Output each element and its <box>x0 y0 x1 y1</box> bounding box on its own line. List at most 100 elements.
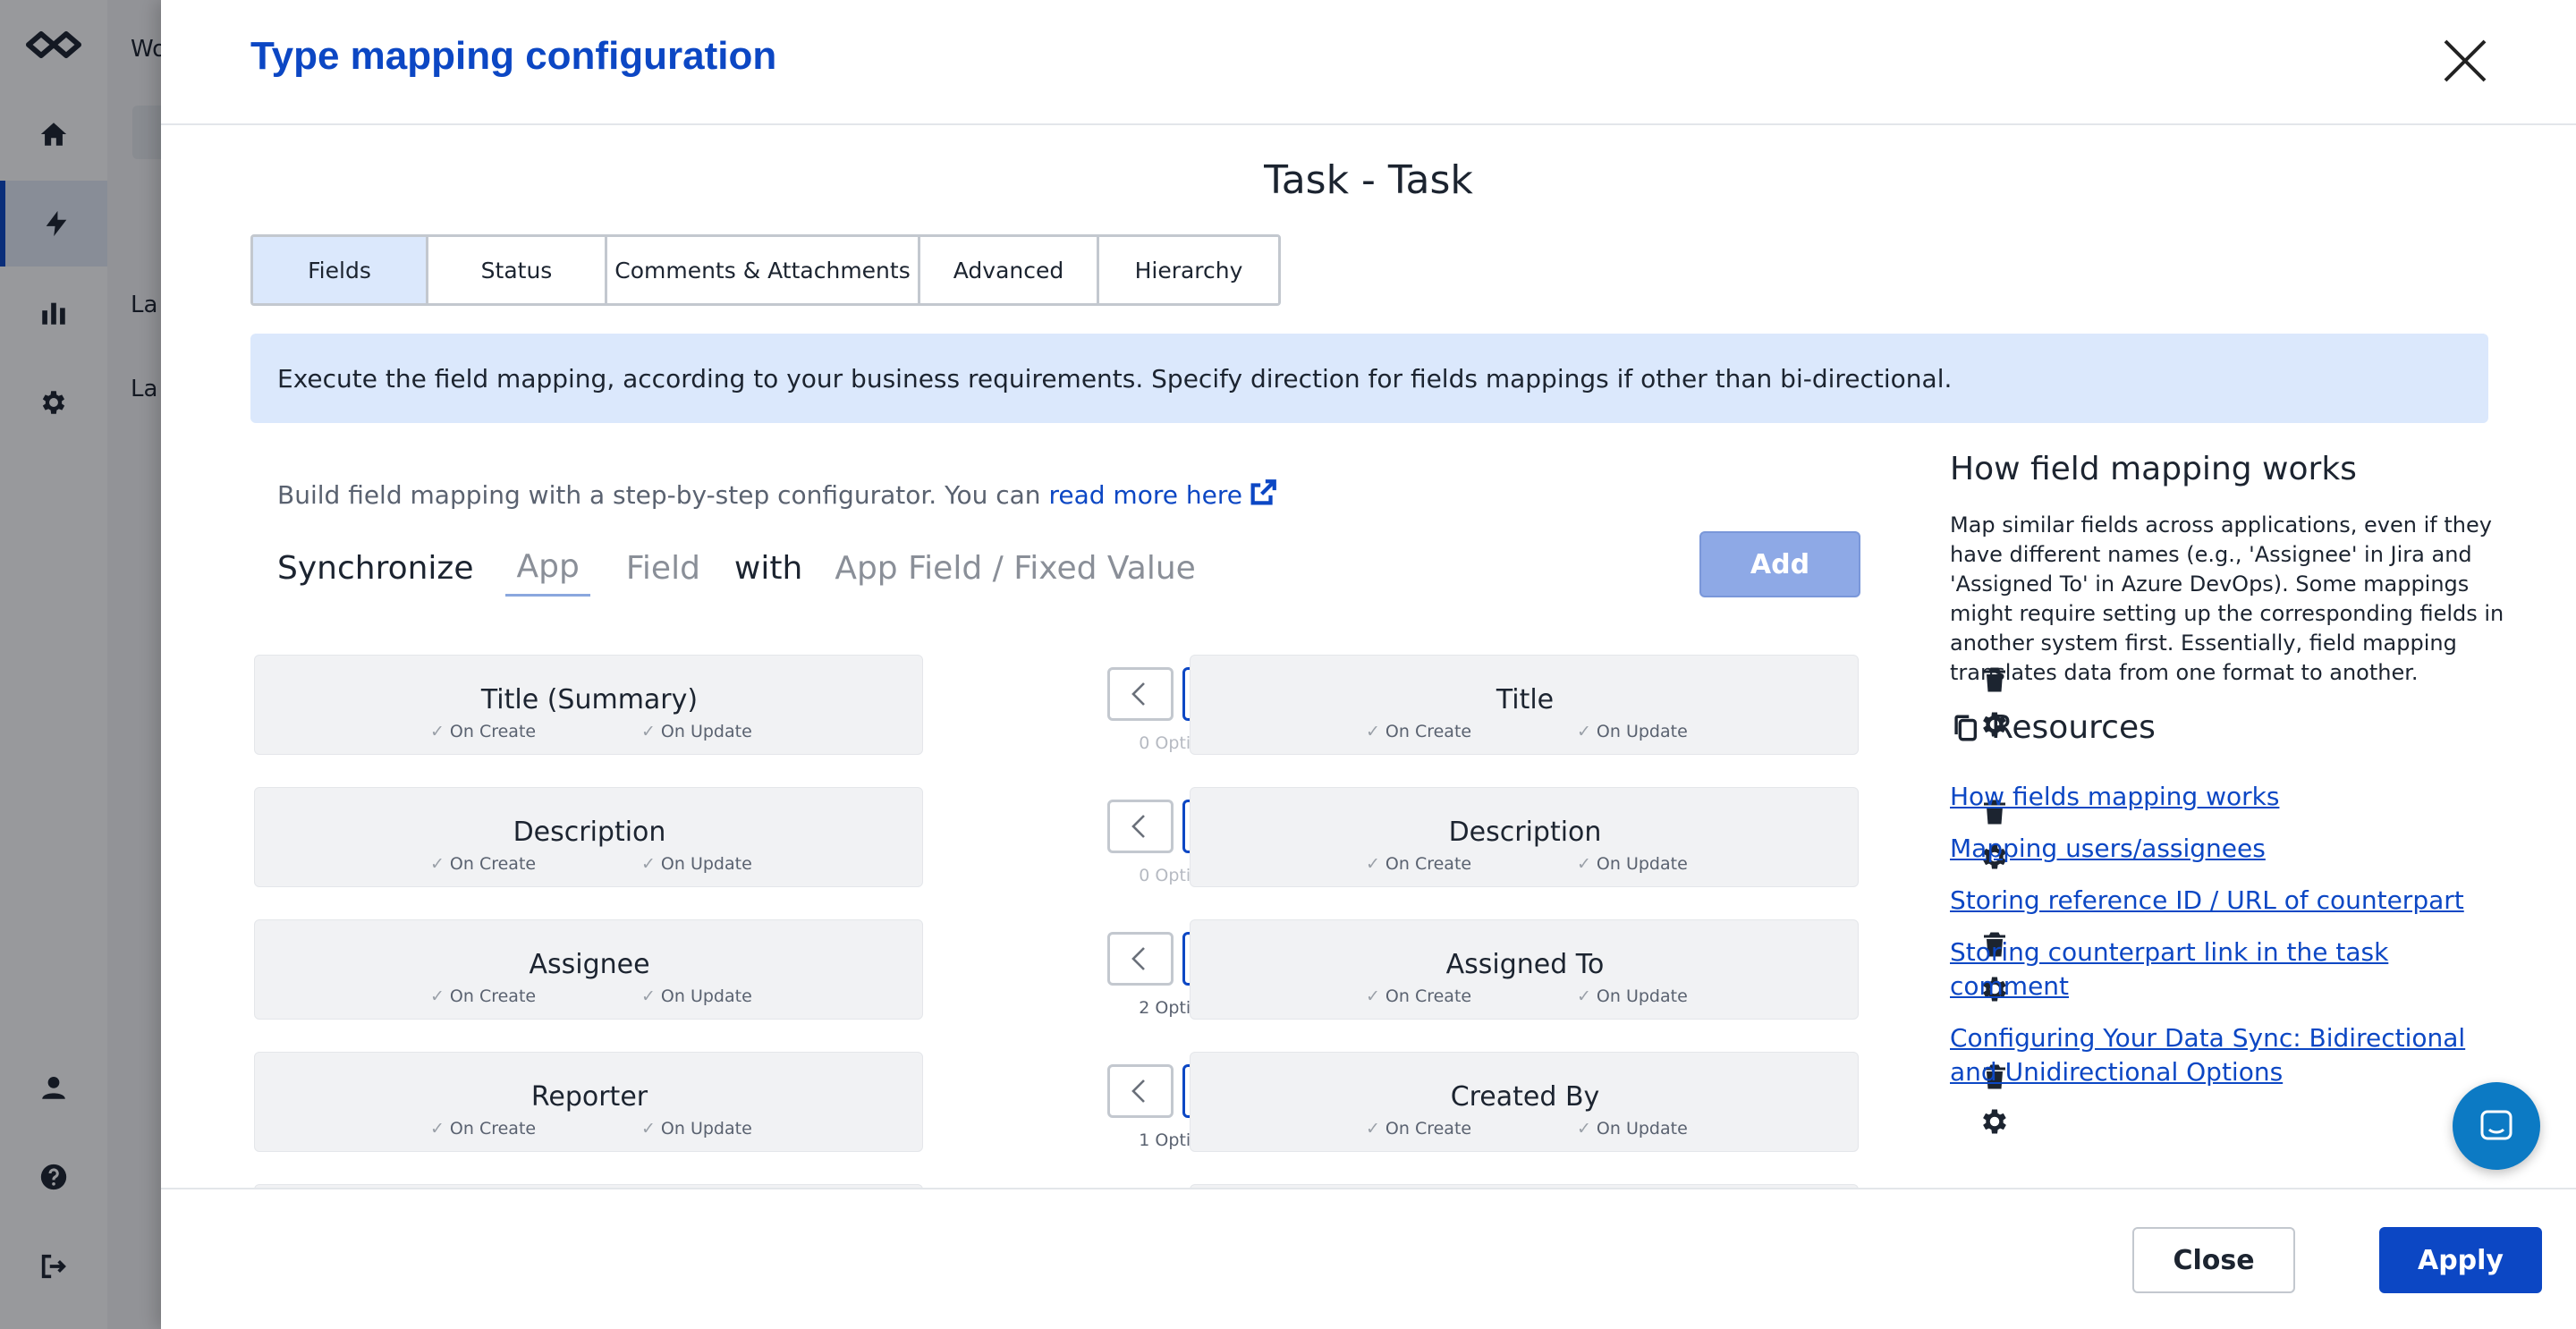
type-mapping-modal: Type mapping configuration Task - Task F… <box>161 0 2576 1329</box>
check-icon: ✓ <box>1577 722 1591 741</box>
target-field-name: Assigned To <box>1445 949 1605 980</box>
source-field-name: Assignee <box>529 949 650 980</box>
direction-left-button[interactable] <box>1107 1064 1174 1118</box>
on-update-label: On Update <box>1596 986 1688 1006</box>
source-field[interactable]: Description ✓ On Create ✓ On Update <box>254 787 923 887</box>
mapping-row: Description ✓ On Create ✓ On Update 0 Opti… <box>250 787 2021 887</box>
check-icon: ✓ <box>430 722 445 741</box>
resources-heading: Resources <box>1950 709 2504 746</box>
on-create-label: On Create <box>449 1119 537 1139</box>
add-button[interactable]: Add <box>1699 531 1860 597</box>
chevron-left-icon <box>1131 682 1145 706</box>
source-field-name: Reporter <box>530 1081 648 1113</box>
on-update-option: ✓ On Update <box>641 986 752 1006</box>
tab-status[interactable]: Status <box>428 237 607 303</box>
mapping-row: Reporter ✓ On Create ✓ On Update 1 Options… <box>250 1052 2021 1152</box>
help-panel-title: How field mapping works <box>1950 451 2357 487</box>
mapping-row: Assignee ✓ On Create ✓ On Update 2 Options… <box>250 919 2021 1020</box>
resource-link[interactable]: Configuring Your Data Sync: Bidirectiona… <box>1950 1021 2504 1089</box>
with-label: with <box>733 549 803 587</box>
on-create-label: On Create <box>449 854 537 874</box>
source-field-name: Title (Summary) <box>480 684 699 715</box>
on-create-label: On Create <box>449 722 537 741</box>
on-create-option: ✓ On Create <box>1366 854 1471 874</box>
target-field[interactable]: Title ✓ On Create ✓ On Update <box>1190 655 1859 755</box>
on-create-option: ✓ On Create <box>430 854 536 874</box>
check-icon: ✓ <box>430 986 445 1006</box>
check-icon: ✓ <box>1577 986 1591 1006</box>
read-more-link[interactable]: read more here <box>1048 479 1277 510</box>
source-field-name: Description <box>513 817 666 848</box>
app-field-or-fixed-value-select[interactable]: App Field / Fixed Value <box>835 550 1195 587</box>
check-icon: ✓ <box>641 722 656 741</box>
app-select[interactable]: App <box>505 539 590 597</box>
source-field[interactable]: Reporter ✓ On Create ✓ On Update <box>254 1052 923 1152</box>
on-create-label: On Create <box>1385 986 1472 1006</box>
on-create-label: On Create <box>1385 854 1472 874</box>
target-field[interactable]: Description ✓ On Create ✓ On Update <box>1190 787 1859 887</box>
synchronize-label: Synchronize <box>277 549 474 587</box>
chat-launcher-button[interactable] <box>2453 1082 2540 1170</box>
builder-intro-text: Build field mapping with a step-by-step … <box>277 480 1041 510</box>
target-field-name: Title <box>1496 684 1555 715</box>
check-icon: ✓ <box>1366 854 1380 874</box>
on-update-label: On Update <box>660 986 752 1006</box>
on-update-label: On Update <box>1596 1119 1688 1139</box>
on-update-label: On Update <box>1596 854 1688 874</box>
mapping-subtitle: Task - Task <box>1264 157 1473 203</box>
source-field[interactable]: Assignee ✓ On Create ✓ On Update <box>254 919 923 1020</box>
on-update-option: ✓ On Update <box>641 722 752 741</box>
on-create-option: ✓ On Create <box>1366 986 1471 1006</box>
on-create-option: ✓ On Create <box>430 986 536 1006</box>
resources-title: Resources <box>1991 709 2156 746</box>
copy-icon <box>1954 715 1978 741</box>
sync-builder-row: Synchronize App Field with App Field / F… <box>277 537 1196 599</box>
on-create-option: ✓ On Create <box>430 1119 536 1139</box>
on-create-option: ✓ On Create <box>1366 722 1471 741</box>
tab-comments-attachments[interactable]: Comments & Attachments <box>607 237 920 303</box>
close-icon[interactable] <box>2438 34 2492 88</box>
check-icon: ✓ <box>430 1119 445 1139</box>
target-field-name: Created By <box>1450 1081 1600 1113</box>
on-update-option: ✓ On Update <box>1577 854 1688 874</box>
mapping-list: Title (Summary) ✓ On Create ✓ On Update 0 … <box>250 626 2021 1189</box>
check-icon: ✓ <box>1366 1119 1380 1139</box>
close-button[interactable]: Close <box>2132 1227 2295 1293</box>
direction-left-button[interactable] <box>1107 932 1174 986</box>
on-update-label: On Update <box>660 722 752 741</box>
on-create-label: On Create <box>1385 1119 1472 1139</box>
resource-link[interactable]: Storing counterpart link in the task com… <box>1950 935 2504 1003</box>
resource-link[interactable]: Storing reference ID / URL of counterpar… <box>1950 884 2504 918</box>
direction-left-button[interactable] <box>1107 800 1174 853</box>
field-select[interactable]: Field <box>626 550 700 587</box>
check-icon: ✓ <box>1577 854 1591 874</box>
on-update-option: ✓ On Update <box>641 854 752 874</box>
resources-list: How fields mapping works Mapping users/a… <box>1950 780 2504 1089</box>
mapping-tabs: Fields Status Comments & Attachments Adv… <box>250 234 1281 306</box>
on-update-option: ✓ On Update <box>1577 1119 1688 1139</box>
chevron-left-icon <box>1131 947 1145 970</box>
resource-link[interactable]: How fields mapping works <box>1950 780 2504 814</box>
modal-footer: Close Apply <box>161 1188 2576 1329</box>
source-field[interactable]: Title (Summary) ✓ On Create ✓ On Update <box>254 655 923 755</box>
on-create-label: On Create <box>1385 722 1472 741</box>
check-icon: ✓ <box>1577 1119 1591 1139</box>
apply-button[interactable]: Apply <box>2379 1227 2542 1293</box>
modal-backdrop[interactable] <box>0 0 161 1329</box>
tab-advanced[interactable]: Advanced <box>920 237 1099 303</box>
target-field[interactable]: Assigned To ✓ On Create ✓ On Update <box>1190 919 1859 1020</box>
modal-title: Type mapping configuration <box>250 34 777 78</box>
on-update-label: On Update <box>660 854 752 874</box>
target-field-name: Description <box>1448 817 1602 848</box>
chat-icon <box>2480 1110 2512 1140</box>
direction-left-button[interactable] <box>1107 667 1174 721</box>
tab-hierarchy[interactable]: Hierarchy <box>1099 237 1278 303</box>
tab-fields[interactable]: Fields <box>253 237 428 303</box>
info-banner: Execute the field mapping, according to … <box>250 334 2488 423</box>
target-field[interactable]: Created By ✓ On Create ✓ On Update <box>1190 1052 1859 1152</box>
resource-link[interactable]: Mapping users/assignees <box>1950 832 2504 866</box>
on-create-option: ✓ On Create <box>1366 1119 1471 1139</box>
gear-icon[interactable] <box>1979 1105 2014 1141</box>
read-more-label: read more here <box>1048 480 1242 510</box>
check-icon: ✓ <box>430 854 445 874</box>
